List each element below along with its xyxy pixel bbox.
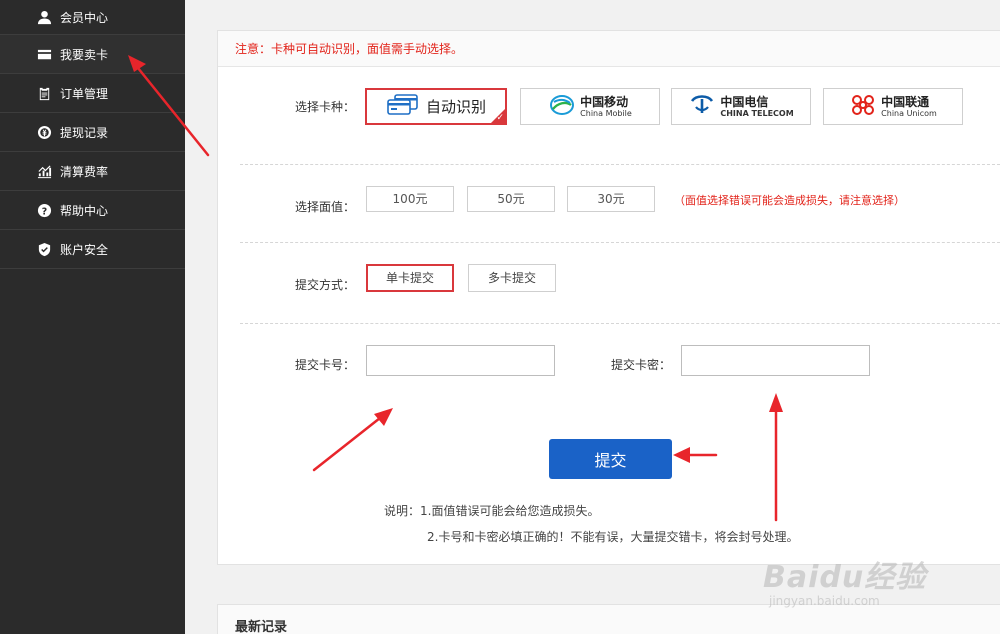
card-icon [36,46,52,62]
submit-button[interactable]: 提交 [549,439,672,479]
sidebar-item-label: 帮助中心 [60,203,109,218]
sidebar-item-member-center[interactable]: 会员中心 [0,0,185,35]
card-number-input[interactable] [366,345,555,376]
shield-icon [36,241,52,257]
card-type-china-telecom[interactable]: 中国电信 CHINA TELECOM [671,88,811,125]
face-value-50[interactable]: 50元 [467,186,555,212]
sidebar-item-label: 账户安全 [60,242,109,257]
card-type-auto-label: 自动识别 [425,98,486,116]
user-icon [36,9,52,25]
china-mobile-cn: 中国移动 [580,94,629,109]
china-unicom-en: China Unicom [881,108,937,118]
sidebar: 会员中心 我要卖卡 订单管理 提现记录 清算费率 ? 帮助中心 账户安全 [0,0,185,634]
card-number-label: 提交卡号： [294,358,355,372]
china-telecom-en: CHINA TELECOM [720,108,794,118]
card-type-label: 选择卡种： [294,100,355,114]
check-icon: ✓ [496,113,504,123]
china-telecom-logo-icon [688,93,716,120]
china-unicom-logo-icon [849,92,877,121]
note-line-2: 2.卡号和卡密必填正确的！不能有误，大量提交错卡，将会封号处理。 [427,530,799,544]
baidu-watermark: Baidu经验 jingyan.baidu.com [763,552,926,608]
sidebar-item-rates[interactable]: 清算费率 [0,152,185,191]
recent-records-panel: 最新记录 [217,604,1000,634]
help-icon: ? [36,202,52,218]
sidebar-item-sell-card[interactable]: 我要卖卡 [0,35,185,74]
divider [240,242,1000,243]
card-type-china-mobile[interactable]: 中国移动 China Mobile [520,88,660,125]
sidebar-item-security[interactable]: 账户安全 [0,230,185,269]
card-password-input[interactable] [681,345,870,376]
sidebar-item-label: 提现记录 [60,125,109,140]
sell-card-form: 注意：卡种可自动识别，面值需手动选择。 选择卡种： 自动识别 ✓ 中国移动 Ch… [217,30,1000,565]
china-mobile-logo-icon [548,93,576,120]
submit-mode-multi[interactable]: 多卡提交 [468,264,556,292]
sidebar-item-orders[interactable]: 订单管理 [0,74,185,113]
notice-bar: 注意：卡种可自动识别，面值需手动选择。 [218,31,1000,67]
sidebar-item-help[interactable]: ? 帮助中心 [0,191,185,230]
card-password-label: 提交卡密： [610,358,671,372]
china-telecom-cn: 中国电信 [720,94,769,109]
china-unicom-cn: 中国联通 [881,94,930,109]
watermark-url: jingyan.baidu.com [769,594,880,608]
card-type-auto-detect[interactable]: 自动识别 ✓ [365,88,507,125]
chart-icon [36,163,52,179]
divider [240,164,1000,165]
coin-icon [36,124,52,140]
divider [240,323,1000,324]
card-type-china-unicom[interactable]: 中国联通 China Unicom [823,88,963,125]
clipboard-icon [36,85,52,101]
note-line-1: 说明：1.面值错误可能会给您造成损失。 [384,504,600,518]
face-value-warning: （面值选择错误可能会造成损失，请注意选择） [674,194,905,207]
credit-card-icon [386,94,420,119]
submit-mode-single[interactable]: 单卡提交 [366,264,454,292]
sidebar-item-label: 我要卖卡 [60,47,109,62]
sidebar-item-withdrawals[interactable]: 提现记录 [0,113,185,152]
sidebar-item-label: 清算费率 [60,164,109,179]
watermark-brand: Baidu经验 [763,560,927,595]
recent-records-title: 最新记录 [235,620,288,634]
china-mobile-en: China Mobile [580,108,632,118]
sidebar-item-label: 订单管理 [60,86,109,101]
face-value-30[interactable]: 30元 [567,186,655,212]
svg-text:?: ? [41,206,46,217]
face-value-100[interactable]: 100元 [366,186,454,212]
sidebar-item-label: 会员中心 [60,10,109,25]
face-value-label: 选择面值： [294,200,355,214]
submit-mode-label: 提交方式： [294,278,355,292]
